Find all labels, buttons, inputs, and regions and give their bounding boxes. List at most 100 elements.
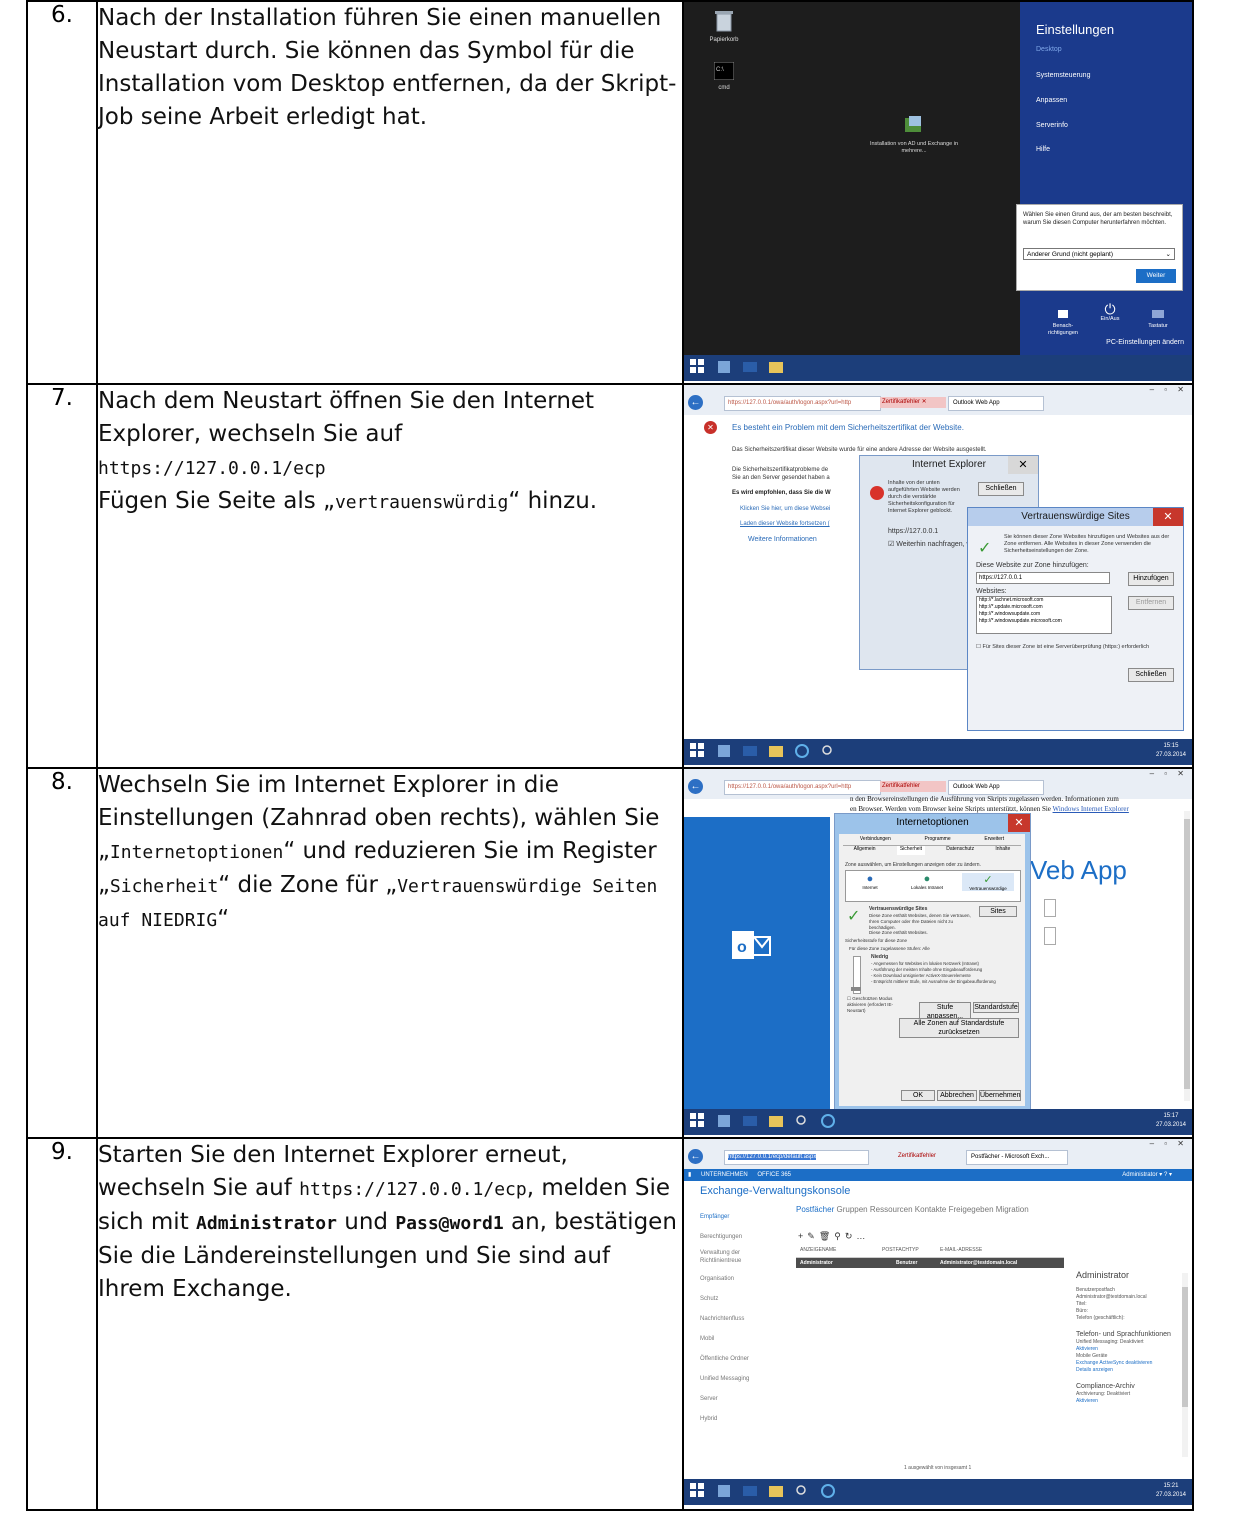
edit-icon[interactable]: ✎ [807, 1231, 819, 1241]
admin-menu[interactable]: Administrator ▾ ? ▾ [1122, 1169, 1172, 1181]
explorer-icon[interactable] [768, 359, 790, 377]
browser-tab[interactable]: Outlook Web App [948, 396, 1044, 411]
explorer-icon[interactable] [768, 1113, 790, 1131]
close-site-link[interactable]: Klicken Sie hier, um diese Websei [740, 506, 830, 512]
certificate-error[interactable]: Zertifikatfehler [898, 1151, 958, 1162]
continue-site-link[interactable]: Laden dieser Website fortsetzen ( [740, 521, 830, 527]
nav-organization[interactable]: Organisation [700, 1269, 780, 1289]
tab-contacts[interactable]: Kontakte [915, 1205, 947, 1214]
reset-all-zones-button[interactable]: Alle Zonen auf Standardstufe zurücksetze… [899, 1018, 1019, 1038]
tab-resources[interactable]: Ressourcen [870, 1205, 913, 1214]
internet-explorer-icon[interactable] [794, 743, 816, 761]
address-bar[interactable]: https://127.0.0.1/ecp/default.aspx [724, 1150, 869, 1165]
start-icon[interactable] [690, 743, 712, 761]
explorer-icon[interactable] [768, 743, 790, 761]
close-icon[interactable]: ✕ [1008, 456, 1038, 474]
ok-button[interactable]: OK [901, 1090, 935, 1101]
nav-unified-messaging[interactable]: Unified Messaging [700, 1369, 780, 1389]
internet-explorer-icon[interactable] [820, 1483, 842, 1501]
tab-security[interactable]: Sicherheit [896, 846, 926, 855]
add-site-input[interactable]: https://127.0.0.1 [976, 572, 1110, 584]
power-icon[interactable]: ⏻ Ein/Aus [1090, 302, 1130, 322]
internet-explorer-icon[interactable] [820, 1113, 842, 1131]
list-item[interactable]: http://*.windowsupdate.com [979, 611, 1111, 618]
window-controls[interactable]: – ▫ ✕ [1150, 1139, 1188, 1148]
nav-protection[interactable]: Schutz [700, 1289, 780, 1309]
certificate-error[interactable]: Zertifikatfehler [880, 781, 946, 792]
list-item[interactable]: http://*.update.microsoft.com [979, 604, 1111, 611]
tab-mailboxes[interactable]: Postfächer [796, 1205, 834, 1214]
certificate-error[interactable]: Zertifikatfehler ✕ [880, 397, 946, 408]
explorer-icon[interactable] [768, 1483, 790, 1501]
browser-tab[interactable]: Postfächer - Microsoft Exch... [966, 1150, 1068, 1165]
disable-activesync-link[interactable]: Exchange ActiveSync deaktivieren [1076, 1360, 1180, 1367]
server-manager-icon[interactable] [716, 1483, 738, 1501]
cmd-icon[interactable]: C:\ cmd [704, 61, 744, 91]
zone-intranet[interactable]: ● Lokales Intranet [902, 873, 952, 890]
view-details-link[interactable]: Details anzeigen [1076, 1367, 1180, 1374]
charm-item-server-info[interactable]: Serverinfo [1036, 122, 1068, 129]
address-bar[interactable]: https://127.0.0.1/owa/auth/logon.aspx?ur… [724, 396, 881, 411]
list-item[interactable]: http://*.lachnet.microsoft.com [979, 597, 1111, 604]
table-row[interactable]: Administrator Benutzer Administrator@tes… [796, 1258, 1064, 1268]
tab-programs[interactable]: Programme [925, 836, 951, 845]
require-https-checkbox[interactable]: ☐ Für Sites dieser Zone ist eine Serverü… [976, 644, 1149, 650]
nav-hybrid[interactable]: Hybrid [700, 1409, 780, 1429]
charm-item-help[interactable]: Hilfe [1036, 146, 1050, 153]
remove-site-button[interactable]: Entfernen [1128, 596, 1174, 610]
window-controls[interactable]: – ▫ ✕ [1150, 385, 1188, 394]
tab-shared[interactable]: Freigegeben [949, 1205, 994, 1214]
tab-content[interactable]: Inhalte [995, 846, 1010, 855]
nav-recipients[interactable]: Empfänger [700, 1207, 780, 1227]
back-icon[interactable]: ← [688, 779, 703, 794]
owa-username-input[interactable] [1044, 899, 1056, 917]
col-email[interactable]: E-MAIL-ADRESSE [940, 1247, 982, 1253]
enable-archive-link[interactable]: Aktivieren [1076, 1398, 1180, 1405]
shutdown-reason-select[interactable]: Anderer Grund (nicht geplant) ⌄ [1023, 248, 1175, 260]
nav-enterprise[interactable]: UNTERNEHMEN [701, 1172, 748, 1178]
powershell-icon[interactable] [742, 1483, 764, 1501]
nav-mobile[interactable]: Mobil [700, 1329, 780, 1349]
nav-mailflow[interactable]: Nachrichtenfluss [700, 1309, 780, 1329]
search-icon[interactable]: ⚲ [834, 1231, 845, 1241]
apply-button[interactable]: Übernehmen [979, 1090, 1021, 1101]
clock[interactable]: 15:17 27.03.2014 [1156, 1112, 1186, 1130]
default-level-button[interactable]: Standardstufe [973, 1002, 1019, 1013]
server-manager-icon[interactable] [716, 359, 738, 377]
enable-um-link[interactable]: Aktivieren [1076, 1346, 1180, 1353]
server-manager-icon[interactable] [716, 743, 738, 761]
zone-internet[interactable]: ● Internet [852, 873, 888, 890]
charm-item-control-panel[interactable]: Systemsteuerung [1036, 72, 1090, 79]
search-icon[interactable] [820, 743, 842, 761]
search-icon[interactable] [794, 1483, 816, 1501]
nav-office365[interactable]: OFFICE 365 [757, 1172, 791, 1178]
websites-list[interactable]: http://*.lachnet.microsoft.com http://*.… [976, 596, 1112, 634]
powershell-icon[interactable] [742, 743, 764, 761]
refresh-icon[interactable]: ↻ [845, 1231, 857, 1241]
search-icon[interactable] [794, 1113, 816, 1131]
installer-icon[interactable]: Installation von AD und Exchange in mehr… [869, 114, 959, 155]
start-icon[interactable] [690, 1113, 712, 1131]
ie-dialog-close-button[interactable]: Schließen [978, 482, 1024, 496]
powershell-icon[interactable] [742, 1113, 764, 1131]
nav-servers[interactable]: Server [700, 1389, 780, 1409]
nav-compliance[interactable]: Verwaltung der Richtlinientreue [700, 1247, 760, 1269]
scrollbar[interactable] [1184, 811, 1190, 1101]
col-display-name[interactable]: ANZEIGENAME [800, 1247, 836, 1253]
continue-button[interactable]: Weiter [1136, 269, 1176, 283]
list-item[interactable]: http://*.windowsupdate.microsoft.com [979, 618, 1111, 625]
col-mailbox-type[interactable]: POSTFACHTYP [882, 1247, 919, 1253]
charm-item-desktop[interactable]: Desktop [1036, 46, 1062, 53]
cancel-button[interactable]: Abbrechen [937, 1090, 977, 1101]
tab-groups[interactable]: Gruppen [836, 1205, 867, 1214]
tab-general[interactable]: Allgemein [854, 846, 876, 855]
back-icon[interactable]: ← [688, 1149, 703, 1164]
security-level-slider[interactable] [851, 956, 861, 994]
owa-password-input[interactable] [1044, 927, 1056, 945]
add-site-button[interactable]: Hinzufügen [1128, 572, 1174, 586]
sites-button[interactable]: Sites [979, 906, 1017, 917]
keyboard-icon[interactable]: Tastatur [1138, 305, 1178, 329]
zone-trusted[interactable]: ✓ Vertrauenswürdige [962, 873, 1014, 891]
close-icon[interactable]: ✕ [1153, 508, 1183, 526]
server-manager-icon[interactable] [716, 1113, 738, 1131]
